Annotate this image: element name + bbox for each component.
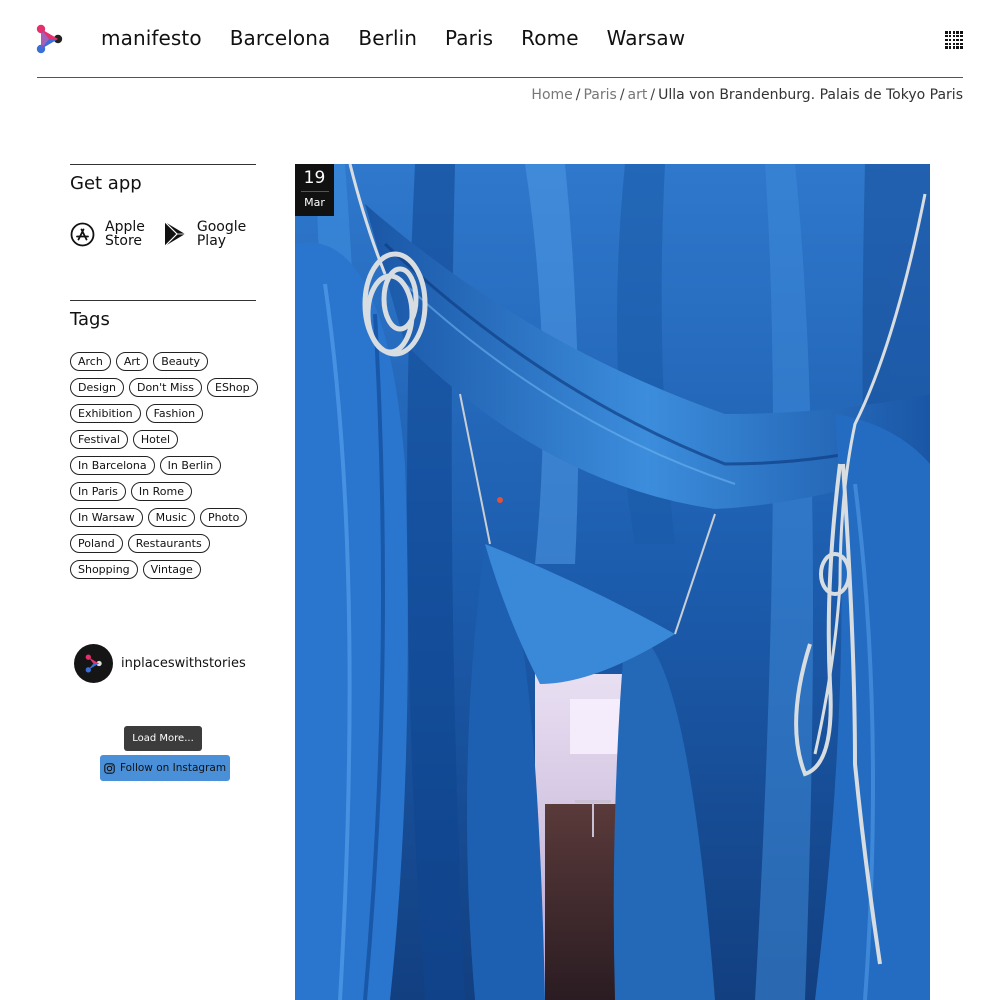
tag-festival[interactable]: Festival	[70, 430, 128, 449]
play-arrow-logo-icon	[85, 654, 102, 673]
tags-title: Tags	[70, 309, 110, 330]
tag-in-barcelona[interactable]: In Barcelona	[70, 456, 155, 475]
breadcrumb-art[interactable]: art	[628, 87, 648, 103]
sidebar: Get app Apple Store Google Play Tags Arc…	[70, 164, 258, 579]
breadcrumb-home[interactable]: Home	[531, 87, 572, 103]
follow-instagram-label: Follow on Instagram	[119, 762, 227, 774]
avatar	[74, 644, 113, 683]
nav-item-warsaw[interactable]: Warsaw	[607, 26, 686, 50]
tag-photo[interactable]: Photo	[199, 508, 248, 527]
tag-poland[interactable]: Poland	[70, 534, 123, 553]
post-date-badge: 19 Mar	[295, 164, 334, 216]
tag-in-paris[interactable]: In Paris	[70, 482, 126, 501]
tag-exhibition[interactable]: Exhibition	[70, 404, 141, 423]
tag-art[interactable]: Art	[115, 352, 149, 371]
nav-item-paris[interactable]: Paris	[445, 26, 493, 50]
tag-hotel[interactable]: Hotel	[132, 430, 179, 449]
google-play-label-2: Play	[196, 233, 227, 249]
tag-vintage[interactable]: Vintage	[142, 560, 201, 579]
tag-design[interactable]: Design	[70, 378, 124, 397]
app-links: Apple Store Google Play	[70, 220, 256, 248]
date-divider	[300, 191, 329, 192]
google-play-label-1: Google	[196, 219, 247, 235]
grid-menu-icon[interactable]	[945, 31, 963, 49]
tag-eshop[interactable]: EShop	[207, 378, 258, 397]
nav-item-rome[interactable]: Rome	[521, 26, 578, 50]
blue-fabric-installation-photo	[295, 164, 930, 1000]
tag-dont-miss[interactable]: Don't Miss	[128, 378, 202, 397]
tag-beauty[interactable]: Beauty	[153, 352, 209, 371]
tag-in-berlin[interactable]: In Berlin	[159, 456, 222, 475]
instagram-username: inplaceswithstories	[121, 656, 246, 671]
tag-fashion[interactable]: Fashion	[145, 404, 204, 423]
instagram-icon	[104, 762, 115, 774]
app-store-icon	[70, 222, 95, 246]
nav-item-berlin[interactable]: Berlin	[358, 26, 417, 50]
tag-cloud: Arch Art Beauty Design Don't Miss EShop …	[70, 352, 260, 579]
tags-divider	[70, 300, 256, 301]
tag-arch[interactable]: Arch	[70, 352, 111, 371]
play-arrow-logo-icon[interactable]	[36, 24, 64, 54]
nav-item-manifesto[interactable]: manifesto	[101, 26, 202, 50]
tag-shopping[interactable]: Shopping	[70, 560, 138, 579]
follow-instagram-button[interactable]: Follow on Instagram	[100, 755, 230, 781]
site-header: manifesto Barcelona Berlin Paris Rome Wa…	[0, 0, 1000, 78]
post-date-month: Mar	[304, 196, 325, 209]
tag-in-rome[interactable]: In Rome	[130, 482, 192, 501]
google-play-icon	[164, 221, 185, 247]
post-image[interactable]	[295, 164, 930, 1000]
tags-section: Tags Arch Art Beauty Design Don't Miss E…	[70, 300, 258, 579]
tag-in-warsaw[interactable]: In Warsaw	[70, 508, 143, 527]
breadcrumb-paris[interactable]: Paris	[583, 87, 616, 103]
get-app-title: Get app	[70, 173, 142, 194]
breadcrumb-current: Ulla von Brandenburg. Palais de Tokyo Pa…	[658, 87, 963, 103]
apple-store-label-2: Store	[105, 233, 143, 249]
apple-store-link[interactable]: Apple Store	[70, 220, 145, 248]
google-play-link[interactable]: Google Play	[163, 220, 246, 248]
main-nav: manifesto Barcelona Berlin Paris Rome Wa…	[101, 26, 685, 50]
instagram-profile[interactable]: inplaceswithstories	[74, 644, 246, 683]
tag-restaurants[interactable]: Restaurants	[127, 534, 210, 553]
post-date-day: 19	[303, 168, 326, 188]
breadcrumb: Home / Paris / art / Ulla von Brandenburg. Pal…	[531, 87, 963, 103]
get-app-divider	[70, 164, 256, 165]
nav-item-barcelona[interactable]: Barcelona	[230, 26, 331, 50]
header-divider	[37, 77, 963, 78]
apple-store-label-1: Apple	[105, 219, 145, 235]
load-more-button[interactable]: Load More...	[124, 726, 202, 751]
tag-music[interactable]: Music	[147, 508, 195, 527]
